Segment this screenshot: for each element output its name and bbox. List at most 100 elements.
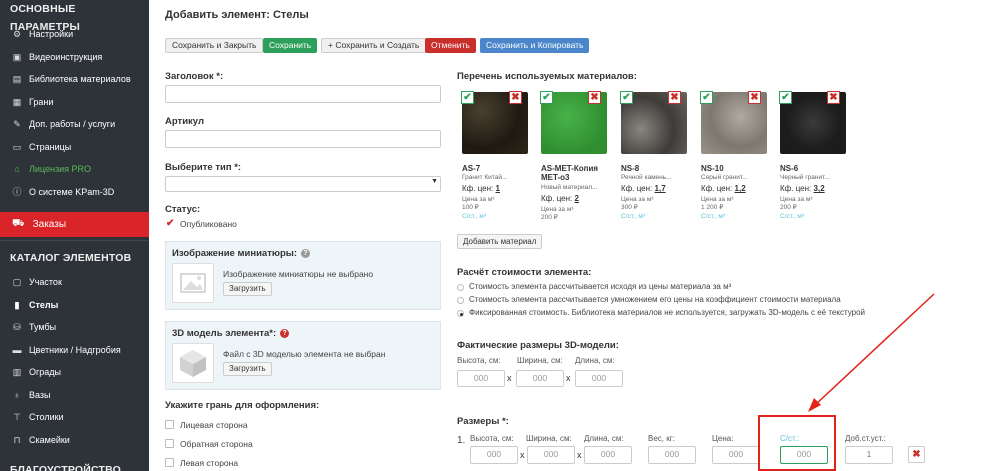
dims3d-length-input[interactable]: 000 [575, 370, 623, 387]
size-addcost-input[interactable]: 1 [845, 446, 893, 464]
sidebar-item-video[interactable]: ▣ Видеоинструкция [0, 46, 149, 69]
sidebar-item-orders[interactable]: ⛟ Заказы [0, 212, 149, 237]
facets-icon: ▦ [12, 96, 22, 107]
thumbnail-panel: Изображение миниатюры:? Изображение мини… [165, 241, 441, 310]
save-button[interactable]: Сохранить [263, 38, 318, 53]
close-icon[interactable]: ✖ [668, 91, 681, 104]
sidebar-section-landscape: БЛАГОУСТРОЙСТВО [0, 461, 149, 471]
article-input[interactable] [165, 130, 441, 148]
check-icon[interactable]: ✔ [700, 91, 713, 104]
material-price: 1 200 ₽ [701, 204, 724, 211]
remove-size-icon[interactable]: ✖ [908, 446, 925, 463]
size-weight-input[interactable]: 000 [648, 446, 696, 464]
cost-label: Расчёт стоимости элемента: [457, 267, 592, 278]
sidebar-item-steles[interactable]: ▮ Стелы [0, 294, 149, 317]
thumbnail-text: Изображение миниатюры не выбрано [223, 269, 374, 279]
close-icon[interactable]: ✖ [588, 91, 601, 104]
save-create-button[interactable]: + Сохранить и Создать [321, 38, 427, 53]
check-icon[interactable]: ✔ [620, 91, 633, 104]
material-price-label: Цена за м³ [541, 206, 574, 213]
sidebar-item-library[interactable]: ▤ Библиотека материалов [0, 68, 149, 91]
sidebar-item-facets[interactable]: ▦ Грани [0, 91, 149, 114]
size-price-input[interactable]: 000 [712, 446, 760, 464]
sidebar-item-tables[interactable]: ⊤ Столики [0, 406, 149, 429]
main-content: Добавить элемент: Стелы Сохранить и Закр… [149, 0, 1000, 471]
facet-front-label: Лицевая сторона [180, 420, 248, 430]
check-icon[interactable]: ✔ [461, 91, 474, 104]
sidebar-item-plot[interactable]: ▢ Участок [0, 271, 149, 294]
sidebar-item-pages[interactable]: ▭ Страницы [0, 136, 149, 159]
sidebar-item-about[interactable]: ⓘ О системе KPam-3D [0, 181, 149, 204]
dims3d-width-input[interactable]: 000 [516, 370, 564, 387]
material-price: 200 ₽ [780, 204, 797, 211]
heading-label: Заголовок *: [165, 71, 224, 82]
facet-left-label: Левая сторона [180, 458, 239, 468]
sidebar-item-label: Библиотека материалов [29, 74, 131, 85]
close-icon[interactable]: ✖ [748, 91, 761, 104]
material-cost-unit: С/ст., м³ [780, 213, 805, 220]
cost-option-2-label: Стоимость элемента рассчитывается умноже… [469, 295, 841, 304]
cost-option-1-radio[interactable] [457, 284, 464, 291]
sidebar-item-vases[interactable]: ♁ Вазы [0, 384, 149, 407]
material-coef: Кф. цен: 1,7 [621, 184, 666, 193]
sidebar-item-label: Заказы [32, 219, 67, 230]
close-icon[interactable]: ✖ [509, 91, 522, 104]
dims3d-width-label: Ширина, см: [517, 356, 563, 365]
sidebar-item-services[interactable]: ✎ Доп. работы / услуги [0, 113, 149, 136]
sidebar-item-license[interactable]: ⌂ Лицензия PRO [0, 158, 149, 181]
help-icon[interactable]: ? [280, 328, 290, 338]
dims3d-label: Фактические размеры 3D-модели: [457, 340, 619, 351]
type-select[interactable]: ▼ [165, 176, 441, 192]
cost-option-2-radio[interactable] [457, 297, 464, 304]
table-icon: ⊤ [13, 412, 21, 423]
thumbnail-label: Изображение миниатюры:? [172, 248, 311, 259]
sidebar-item-label: Доп. работы / услуги [29, 119, 116, 130]
material-name: NS-6 [780, 164, 799, 173]
help-icon[interactable]: ? [301, 248, 311, 258]
material-desc: Серый гранит... [701, 174, 748, 181]
check-icon: ✔ [166, 218, 175, 229]
size-length-input[interactable]: 000 [584, 446, 632, 464]
size-height-input[interactable]: 000 [470, 446, 518, 464]
close-icon[interactable]: ✖ [827, 91, 840, 104]
sidebar-heading-landscape: БЛАГОУСТРОЙСТВО [10, 464, 122, 471]
plot-icon: ▢ [12, 277, 22, 288]
heading-input[interactable] [165, 85, 441, 103]
pedestal-icon: ⛁ [13, 322, 21, 333]
size-price-label: Цена: [712, 434, 734, 443]
sidebar-item-label: Тумбы [29, 322, 57, 333]
sidebar-item-fences[interactable]: ▥ Ограды [0, 361, 149, 384]
status-value[interactable]: Опубликовано [180, 219, 237, 229]
add-material-button[interactable]: Добавить материал [457, 234, 543, 249]
sidebar-item-benches[interactable]: ⊓ Скамейки [0, 429, 149, 452]
facet-label: Укажите грань для оформления: [165, 400, 320, 411]
facet-left-checkbox[interactable] [165, 458, 174, 467]
cancel-button[interactable]: Отменить [425, 38, 476, 53]
material-coef: Кф. цен: 1 [462, 184, 500, 193]
thumbnail-upload-button[interactable]: Загрузить [223, 282, 272, 296]
cost-option-1-label: Стоимость элемента рассчитывается исходя… [469, 282, 732, 291]
sidebar-item-flowerbeds[interactable]: ▬ Цветники / Надгробия [0, 339, 149, 362]
sidebar-item-label: Страницы [29, 141, 72, 152]
sidebar-section-catalog: КАТАЛОГ ЭЛЕМЕНТОВ ▢ Участок ▮ Стелы ⛁ Тумбы… [0, 249, 149, 451]
sidebar-item-pedestals[interactable]: ⛁ Тумбы [0, 316, 149, 339]
size-length-label: Длина, см: [584, 434, 624, 443]
sidebar-item-label: Лицензия PRO [29, 164, 91, 175]
save-close-button[interactable]: Сохранить и Закрыть [165, 38, 264, 53]
image-placeholder-icon [172, 263, 214, 303]
cost-option-3-radio[interactable] [457, 310, 464, 317]
check-icon[interactable]: ✔ [540, 91, 553, 104]
services-icon: ✎ [13, 119, 21, 130]
times-icon: x [577, 450, 582, 460]
facet-front-checkbox[interactable] [165, 420, 174, 429]
sidebar-item-label: Цветники / Надгробия [29, 344, 121, 355]
sidebar-heading-main: ОСНОВНЫЕ ПАРАМЕТРЫ [10, 3, 81, 33]
material-price: 100 ₽ [462, 204, 479, 211]
sidebar-item-label: Столики [29, 412, 64, 423]
save-copy-button[interactable]: Сохранить и Копировать [480, 38, 590, 53]
dims3d-height-input[interactable]: 000 [457, 370, 505, 387]
size-width-input[interactable]: 000 [527, 446, 575, 464]
facet-back-checkbox[interactable] [165, 439, 174, 448]
check-icon[interactable]: ✔ [779, 91, 792, 104]
model-upload-button[interactable]: Загрузить [223, 362, 272, 376]
